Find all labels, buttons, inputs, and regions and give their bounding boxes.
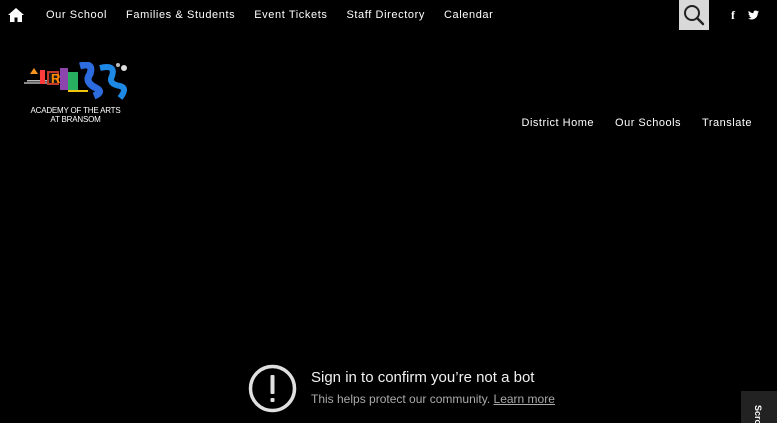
subnav-item-our-schools[interactable]: Our Schools — [615, 117, 681, 129]
secondary-nav: District Home Our Schools Translate — [501, 117, 753, 129]
logo-graphic: R — [24, 61, 127, 100]
learn-more-link[interactable]: Learn more — [494, 392, 555, 406]
main-nav: Our School Families & Students Event Tic… — [46, 0, 512, 30]
nav-item-staff-directory[interactable]: Staff Directory — [346, 9, 425, 21]
nav-item-event-tickets[interactable]: Event Tickets — [254, 9, 327, 21]
page: Our School Families & Students Event Tic… — [0, 0, 777, 423]
nav-item-our-school[interactable]: Our School — [46, 9, 107, 21]
logo-caption-line2: AT BRANSOM — [50, 115, 101, 124]
logo-caption: ACADEMY OF THE ARTS AT BRANSOM — [24, 106, 127, 124]
top-nav-bar: Our School Families & Students Event Tic… — [0, 0, 777, 30]
search-button[interactable] — [679, 0, 709, 30]
logo-caption-line1: ACADEMY OF THE ARTS — [30, 106, 121, 115]
nav-item-calendar[interactable]: Calendar — [444, 9, 493, 21]
alert-icon — [248, 364, 297, 413]
bot-check-title: Sign in to confirm you’re not a bot — [311, 369, 535, 386]
scroll-button[interactable]: Scro — [741, 391, 777, 423]
facebook-icon[interactable]: f — [731, 8, 735, 22]
subnav-item-translate[interactable]: Translate — [702, 117, 752, 129]
twitter-icon[interactable] — [748, 8, 759, 20]
video-bot-check: Sign in to confirm you’re not a bot This… — [248, 364, 568, 414]
search-icon — [684, 5, 705, 26]
home-button[interactable] — [5, 5, 25, 25]
nav-item-families-students[interactable]: Families & Students — [126, 9, 235, 21]
svg-text:R: R — [51, 71, 61, 86]
home-icon — [8, 8, 24, 22]
subnav-item-district-home[interactable]: District Home — [522, 117, 595, 129]
bot-check-subtitle-text: This helps protect our community. — [311, 392, 491, 406]
bot-check-subtitle: This helps protect our community. Learn … — [311, 392, 555, 406]
scroll-label: Scro — [753, 405, 763, 423]
